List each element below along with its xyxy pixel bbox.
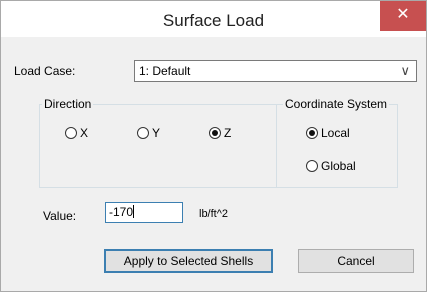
coordinate-system-group-title: Coordinate System bbox=[283, 97, 390, 111]
coordinate-system-group bbox=[276, 104, 398, 188]
radio-circle-checked bbox=[209, 127, 221, 139]
radio-circle-checked bbox=[306, 127, 318, 139]
direction-group bbox=[39, 104, 277, 188]
coord-global-label: Global bbox=[321, 159, 356, 173]
load-case-dropdown[interactable]: 1: Default ∨ bbox=[134, 60, 417, 82]
title-bar: Surface Load ✕ bbox=[1, 1, 426, 37]
radio-circle bbox=[65, 127, 77, 139]
radio-circle bbox=[137, 127, 149, 139]
coord-local-label: Local bbox=[321, 126, 350, 140]
close-button[interactable]: ✕ bbox=[380, 1, 426, 31]
load-case-label: Load Case: bbox=[14, 64, 76, 78]
coord-global-radio[interactable]: Global bbox=[306, 159, 356, 173]
close-icon: ✕ bbox=[396, 6, 410, 23]
load-case-selected: 1: Default bbox=[139, 64, 191, 78]
direction-x-label: X bbox=[80, 126, 89, 140]
value-text: -170 bbox=[109, 205, 134, 219]
direction-y-label: Y bbox=[152, 126, 161, 140]
text-caret bbox=[133, 205, 135, 218]
value-unit: lb/ft^2 bbox=[199, 208, 229, 220]
dialog-title: Surface Load bbox=[162, 11, 265, 30]
direction-y-radio[interactable]: Y bbox=[137, 126, 160, 140]
coord-local-radio[interactable]: Local bbox=[306, 126, 350, 140]
direction-z-label: Z bbox=[224, 126, 232, 140]
direction-z-radio[interactable]: Z bbox=[209, 126, 231, 140]
value-input[interactable]: -170 bbox=[105, 202, 183, 223]
surface-load-dialog: Surface Load ✕ Load Case: 1: Default ∨ D… bbox=[0, 0, 427, 292]
cancel-button[interactable]: Cancel bbox=[298, 249, 414, 273]
apply-to-selected-shells-button[interactable]: Apply to Selected Shells bbox=[104, 249, 273, 273]
chevron-down-icon: ∨ bbox=[400, 63, 410, 78]
radio-circle bbox=[306, 160, 318, 172]
direction-x-radio[interactable]: X bbox=[65, 126, 88, 140]
value-label: Value: bbox=[43, 209, 77, 223]
direction-group-title: Direction bbox=[42, 97, 94, 111]
